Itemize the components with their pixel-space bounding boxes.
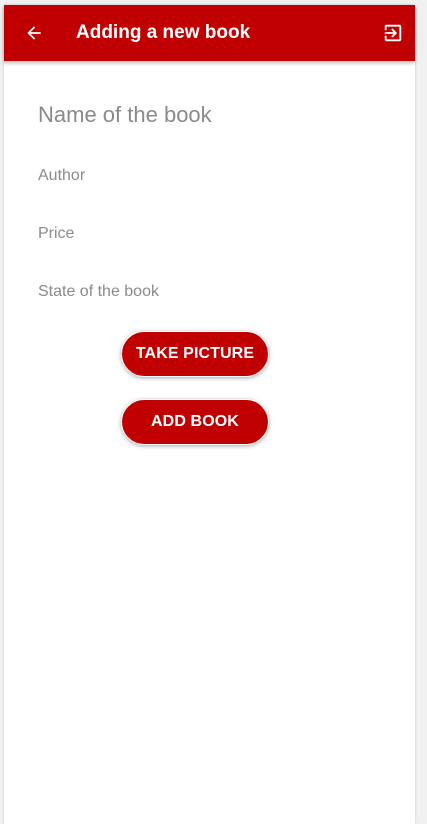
book-name-input[interactable] bbox=[38, 100, 378, 130]
take-picture-button[interactable]: TAKE PICTURE bbox=[121, 331, 269, 377]
back-button[interactable] bbox=[22, 21, 46, 45]
screen: Adding a new book TAKE PICTURE ADD BOOK bbox=[4, 5, 415, 824]
page-title: Adding a new book bbox=[76, 22, 251, 43]
arrow-left-icon bbox=[27, 26, 41, 40]
logout-button[interactable] bbox=[381, 21, 405, 45]
exit-to-app-icon bbox=[384, 24, 402, 42]
add-book-button[interactable]: ADD BOOK bbox=[121, 399, 269, 445]
app-bar: Adding a new book bbox=[4, 5, 415, 61]
price-input[interactable] bbox=[38, 223, 378, 245]
author-input[interactable] bbox=[38, 165, 378, 187]
book-state-input[interactable] bbox=[38, 281, 378, 303]
